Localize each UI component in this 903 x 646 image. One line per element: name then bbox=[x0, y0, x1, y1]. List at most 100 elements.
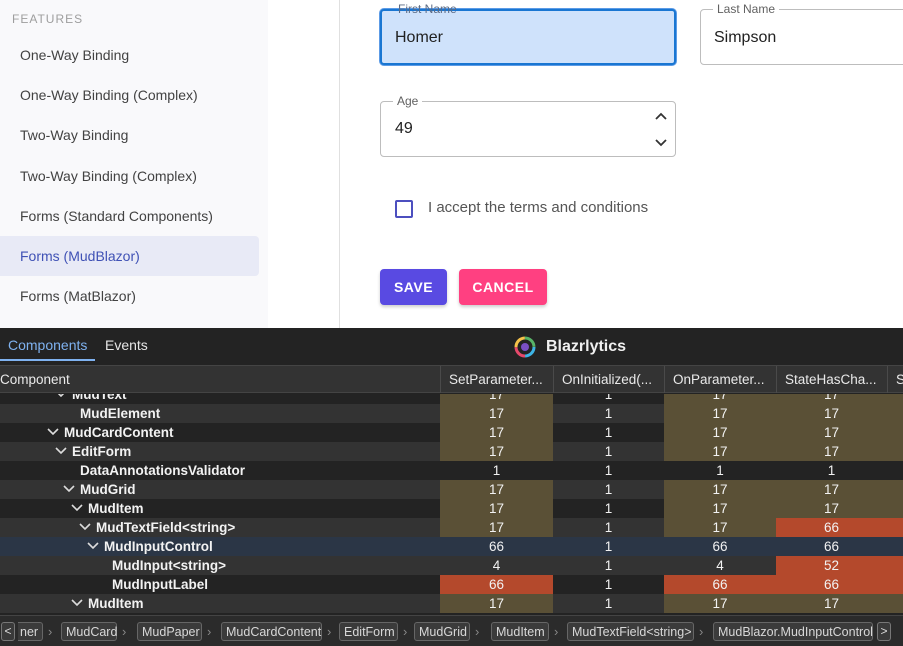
sidebar-nav: FEATURES One-Way Binding One-Way Binding… bbox=[0, 0, 268, 328]
sidebar-item-forms-mudblazor[interactable]: Forms (MudBlazor) bbox=[0, 236, 259, 276]
metric-cell: 1 bbox=[553, 537, 664, 556]
breadcrumb-item[interactable]: MudPaper bbox=[137, 622, 202, 641]
metric-cell: 17 bbox=[664, 404, 776, 423]
chevron-left-icon[interactable]: < bbox=[1, 622, 15, 641]
metric-cell-overflow bbox=[887, 442, 903, 461]
content-divider bbox=[339, 0, 340, 328]
component-name-cell[interactable]: MudElement bbox=[0, 404, 441, 423]
metric-cell: 17 bbox=[776, 499, 887, 518]
sidebar-item-one-way-binding[interactable]: One-Way Binding bbox=[0, 35, 259, 75]
component-name: MudElement bbox=[80, 406, 161, 421]
metric-cell: 17 bbox=[440, 518, 553, 537]
metric-cell: 66 bbox=[776, 518, 887, 537]
table-row[interactable]: MudInputControl 66 1 66 66 bbox=[0, 537, 903, 556]
table-row[interactable]: MudText 17 1 17 17 bbox=[0, 394, 903, 404]
breadcrumb-item[interactable]: ner bbox=[18, 622, 43, 641]
metric-cell: 17 bbox=[440, 594, 553, 613]
tab-events[interactable]: Events bbox=[105, 328, 148, 361]
chevron-down-icon[interactable] bbox=[79, 522, 91, 532]
metric-cell: 17 bbox=[776, 594, 887, 613]
save-button[interactable]: SAVE bbox=[380, 269, 447, 305]
metric-cell: 17 bbox=[440, 480, 553, 499]
blazrlytics-logo-icon bbox=[514, 336, 536, 358]
column-header-statehaschanged[interactable]: StateHasCha... bbox=[776, 366, 887, 393]
sidebar-item-one-way-binding-complex[interactable]: One-Way Binding (Complex) bbox=[0, 75, 259, 115]
first-name-field[interactable]: First Name Homer bbox=[380, 2, 676, 65]
last-name-field[interactable]: Last Name Simpson bbox=[700, 2, 903, 65]
metric-cell: 1 bbox=[553, 594, 664, 613]
cancel-button[interactable]: CANCEL bbox=[459, 269, 547, 305]
age-field[interactable]: Age 49 bbox=[380, 94, 676, 157]
table-row[interactable]: DataAnnotationsValidator 1 1 1 1 bbox=[0, 461, 903, 480]
sidebar-item-two-way-binding[interactable]: Two-Way Binding bbox=[0, 115, 259, 155]
metric-cell-overflow bbox=[887, 537, 903, 556]
chevron-down-icon[interactable] bbox=[655, 138, 667, 148]
metric-cell: 1 bbox=[553, 442, 664, 461]
table-row[interactable]: MudElement 17 1 17 17 bbox=[0, 404, 903, 423]
table-row[interactable]: MudCardContent 17 1 17 17 bbox=[0, 423, 903, 442]
table-row[interactable]: MudItem 17 1 17 17 bbox=[0, 594, 903, 613]
chevron-up-icon[interactable] bbox=[655, 111, 667, 121]
breadcrumb-item[interactable]: MudCard bbox=[61, 622, 117, 641]
component-name-cell[interactable]: MudInputControl bbox=[0, 537, 441, 556]
breadcrumb-separator-icon: › bbox=[699, 624, 704, 639]
breadcrumb-item[interactable]: MudItem bbox=[491, 622, 549, 641]
breadcrumb-item[interactable]: EditForm bbox=[339, 622, 398, 641]
brand: Blazrlytics bbox=[514, 336, 626, 358]
column-header-oninitialized[interactable]: OnInitialized(... bbox=[553, 366, 664, 393]
last-name-value: Simpson bbox=[714, 29, 777, 46]
metric-cell: 1 bbox=[553, 404, 664, 423]
breadcrumb-item[interactable]: MudGrid bbox=[414, 622, 470, 641]
column-header-component[interactable]: Component bbox=[0, 366, 440, 393]
metric-cell-overflow bbox=[887, 394, 903, 404]
metric-cell-overflow bbox=[887, 461, 903, 480]
table-row[interactable]: EditForm 17 1 17 17 bbox=[0, 442, 903, 461]
chevron-down-icon[interactable] bbox=[63, 484, 75, 494]
component-name-cell[interactable]: MudItem bbox=[0, 499, 441, 518]
component-name-cell[interactable]: MudCardContent bbox=[0, 423, 441, 442]
metric-cell: 17 bbox=[776, 442, 887, 461]
component-name-cell[interactable]: MudGrid bbox=[0, 480, 441, 499]
metric-cell: 1 bbox=[776, 461, 887, 480]
column-header-more[interactable]: S bbox=[887, 366, 903, 393]
chevron-down-icon[interactable] bbox=[55, 446, 67, 456]
table-row[interactable]: MudGrid 17 1 17 17 bbox=[0, 480, 903, 499]
breadcrumb-separator-icon: › bbox=[403, 624, 408, 639]
component-name-cell[interactable]: MudInput<string> bbox=[0, 556, 441, 575]
breadcrumb-item[interactable]: MudCardContent bbox=[221, 622, 322, 641]
component-name-cell[interactable]: MudText bbox=[0, 394, 441, 404]
chevron-down-icon[interactable] bbox=[71, 503, 83, 513]
metric-cell: 66 bbox=[440, 575, 553, 594]
metric-cell: 4 bbox=[440, 556, 553, 575]
component-name-cell[interactable]: MudInputLabel bbox=[0, 575, 441, 594]
metric-cell: 17 bbox=[776, 404, 887, 423]
chevron-down-icon[interactable] bbox=[55, 394, 67, 399]
component-name-cell[interactable]: EditForm bbox=[0, 442, 441, 461]
tab-components[interactable]: Components bbox=[0, 328, 96, 361]
table-row[interactable]: MudTextField<string> 17 1 17 66 bbox=[0, 518, 903, 537]
table-row[interactable]: MudInput<string> 4 1 4 52 bbox=[0, 556, 903, 575]
chevron-right-icon[interactable]: > bbox=[877, 622, 891, 641]
terms-checkbox[interactable] bbox=[395, 200, 413, 218]
metric-cell: 17 bbox=[776, 394, 887, 404]
column-header-setparameters[interactable]: SetParameter... bbox=[440, 366, 553, 393]
metric-cell-overflow bbox=[887, 556, 903, 575]
component-name-cell[interactable]: MudItem bbox=[0, 594, 441, 613]
breadcrumb-item[interactable]: MudBlazor.MudInputControl bbox=[713, 622, 873, 641]
chevron-down-icon[interactable] bbox=[47, 427, 59, 437]
sidebar-item-forms-matblazor[interactable]: Forms (MatBlazor) bbox=[0, 276, 259, 316]
breadcrumb-separator-icon: › bbox=[475, 624, 480, 639]
component-name-cell[interactable]: MudTextField<string> bbox=[0, 518, 441, 537]
sidebar-item-two-way-binding-complex[interactable]: Two-Way Binding (Complex) bbox=[0, 156, 259, 196]
sidebar-item-forms-standard[interactable]: Forms (Standard Components) bbox=[0, 196, 259, 236]
breadcrumb-item[interactable]: MudTextField<string> bbox=[567, 622, 694, 641]
metric-cell: 17 bbox=[440, 394, 553, 404]
table-row[interactable]: MudInputLabel 66 1 66 66 bbox=[0, 575, 903, 594]
chevron-down-icon[interactable] bbox=[87, 541, 99, 551]
component-name-cell[interactable]: DataAnnotationsValidator bbox=[0, 461, 441, 480]
metric-cell: 66 bbox=[664, 575, 776, 594]
chevron-down-icon[interactable] bbox=[71, 598, 83, 608]
table-row[interactable]: MudItem 17 1 17 17 bbox=[0, 499, 903, 518]
column-header-onparametersset[interactable]: OnParameter... bbox=[664, 366, 776, 393]
metric-cell: 17 bbox=[664, 518, 776, 537]
